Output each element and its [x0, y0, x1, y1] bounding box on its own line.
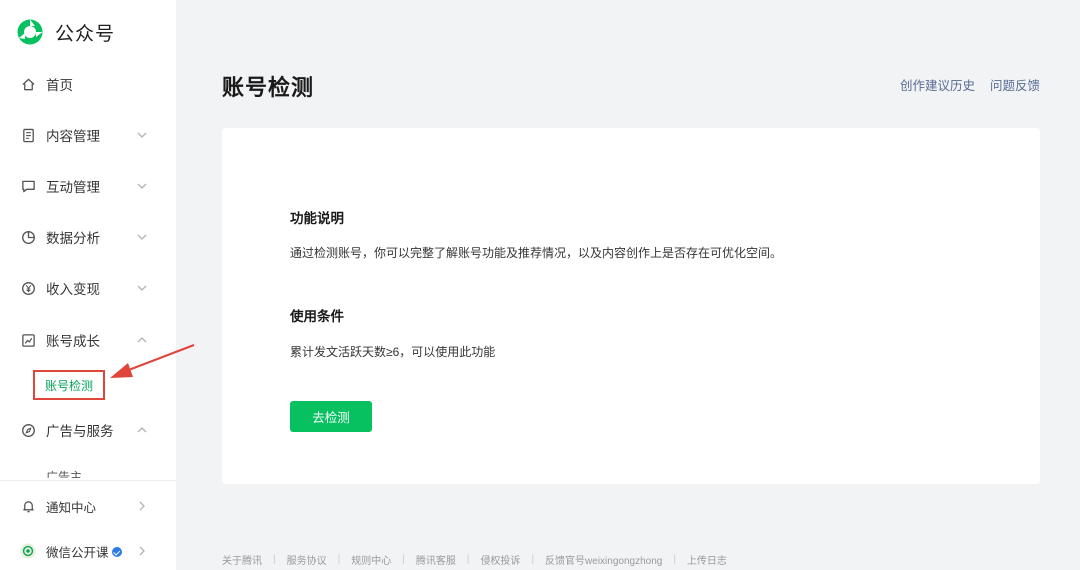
- sidebar-subitem-account-check[interactable]: 账号检测: [33, 370, 105, 400]
- page-title: 账号检测: [222, 75, 315, 100]
- yuan-icon: [20, 280, 36, 296]
- footer-separator: |: [466, 554, 470, 565]
- sidebar-subitem-label: 账号检测: [44, 378, 93, 393]
- chevron-down-icon: [135, 179, 149, 193]
- chevron-right-icon: [135, 544, 149, 558]
- sidebar-divider: [0, 480, 176, 481]
- feedback-link[interactable]: 问题反馈: [990, 75, 1040, 94]
- chevron-down-icon: [135, 128, 149, 142]
- sidebar-item-label: 收入变现: [46, 282, 100, 297]
- creation-advice-history-link[interactable]: 创作建议历史: [900, 75, 975, 94]
- sidebar-item-analytics[interactable]: 数据分析: [0, 220, 176, 254]
- footer-separator: |: [531, 554, 535, 565]
- sidebar-item-label: 首页: [46, 78, 73, 93]
- verified-badge-icon: [111, 547, 122, 558]
- footer-link-about[interactable]: 关于腾讯: [222, 552, 262, 567]
- wechat-course-icon: [20, 543, 36, 559]
- sidebar-item-notifications[interactable]: 通知中心: [0, 489, 176, 523]
- chevron-down-icon: [135, 230, 149, 244]
- sidebar-item-label: 内容管理: [46, 129, 100, 144]
- footer-separator: |: [273, 554, 276, 565]
- feature-description-title: 功能说明: [290, 211, 344, 226]
- account-check-card: 功能说明 通过检测账号，你可以完整了解账号功能及推荐情况，以及内容创作上是否存在…: [222, 128, 1040, 484]
- chevron-down-icon: [135, 281, 149, 295]
- wechat-official-logo-icon: [17, 19, 43, 45]
- growth-chart-icon: [20, 332, 36, 348]
- header-links: 创作建议历史 问题反馈: [900, 75, 1040, 94]
- footer-link-rules[interactable]: 规则中心: [351, 552, 391, 567]
- feature-description-text: 通过检测账号，你可以完整了解账号功能及推荐情况，以及内容创作上是否存在可优化空间…: [290, 246, 783, 260]
- footer-link-upload-log[interactable]: 上传日志: [687, 552, 727, 567]
- usage-conditions-text: 累计发文活跃天数≥6，可以使用此功能: [290, 345, 496, 359]
- document-icon: [20, 127, 36, 143]
- chevron-right-icon: [135, 499, 149, 513]
- footer-separator: |: [673, 554, 676, 565]
- home-icon: [20, 76, 36, 92]
- sidebar-item-wechat-course[interactable]: 微信公开课: [0, 534, 176, 568]
- sidebar-subitem-advertiser[interactable]: 广告主: [46, 466, 82, 478]
- sidebar-item-monetization[interactable]: 收入变现: [0, 271, 176, 305]
- bell-icon: [20, 498, 36, 514]
- footer-link-infringement[interactable]: 侵权投诉: [480, 552, 520, 567]
- sidebar-item-label: 账号成长: [46, 334, 100, 349]
- sidebar-item-home[interactable]: 首页: [0, 67, 176, 101]
- sidebar-item-interaction[interactable]: 互动管理: [0, 169, 176, 203]
- annotation-arrow-icon: [110, 343, 195, 378]
- sidebar-item-label: 互动管理: [46, 180, 100, 195]
- sidebar-item-label-wrap: 微信公开课: [46, 542, 122, 561]
- sidebar-item-label: 通知中心: [46, 500, 97, 515]
- footer-link-terms[interactable]: 服务协议: [287, 552, 327, 567]
- footer-separator: |: [337, 554, 341, 565]
- brand-name: 公众号: [55, 23, 116, 45]
- sidebar-item-ads-services[interactable]: 广告与服务: [0, 413, 176, 447]
- brand[interactable]: 公众号: [16, 16, 115, 48]
- sidebar-item-label: 数据分析: [46, 231, 100, 246]
- chat-icon: [20, 178, 36, 194]
- pie-chart-icon: [20, 229, 36, 245]
- footer-separator: |: [402, 554, 405, 565]
- sidebar-item-label: 微信公开课: [46, 545, 109, 560]
- footer: 关于腾讯 | 服务协议 | 规则中心 | 腾讯客服 | 侵权投诉 | 反馈官号w…: [222, 552, 727, 567]
- sidebar-item-label: 广告与服务: [46, 424, 114, 439]
- footer-link-official-feedback[interactable]: 反馈官号weixingongzhong: [545, 552, 662, 567]
- compass-icon: [20, 422, 36, 438]
- sidebar: 公众号 首页 内容管理 互动管理 数据分析 收入变现 账号成长 账号检测 广告与…: [0, 0, 176, 570]
- start-check-button[interactable]: 去检测: [290, 401, 372, 432]
- chevron-up-icon: [135, 423, 149, 437]
- usage-conditions-title: 使用条件: [290, 309, 344, 324]
- footer-link-support[interactable]: 腾讯客服: [416, 552, 456, 567]
- sidebar-item-content[interactable]: 内容管理: [0, 118, 176, 152]
